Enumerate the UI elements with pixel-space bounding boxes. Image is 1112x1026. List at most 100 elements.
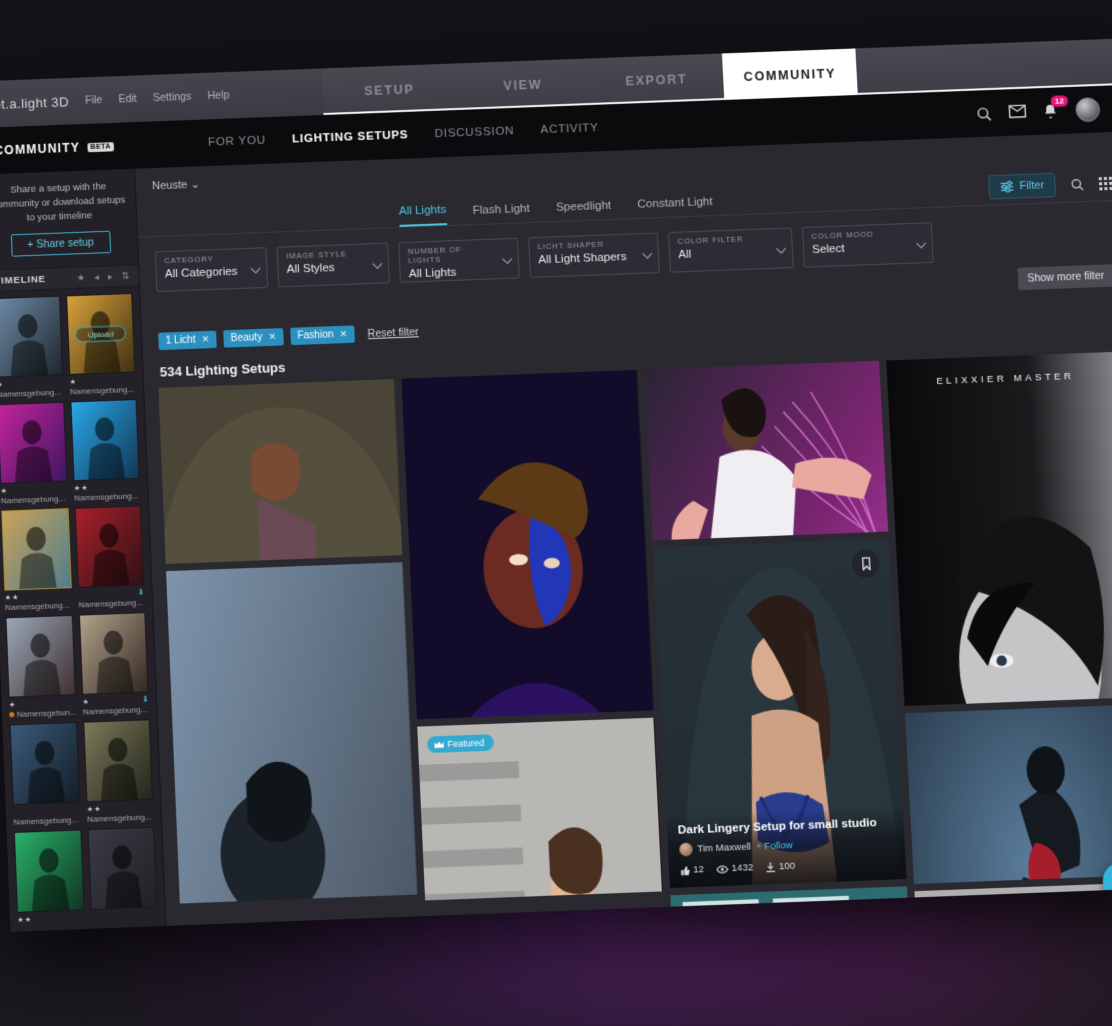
chevron-left-icon[interactable]: ◂ (94, 272, 99, 283)
timeline-item[interactable]: Namensgebung... (9, 722, 82, 828)
timeline-thumbnail[interactable] (78, 612, 149, 696)
timeline-thumbnail[interactable]: Upload (66, 293, 136, 376)
upload-button[interactable]: Upload (75, 325, 127, 343)
timeline-item[interactable]: ★ Namensgebung... (0, 402, 68, 506)
timeline-thumbnail[interactable] (0, 402, 68, 485)
download-icon: ⬇ (137, 587, 145, 598)
filter-dropdown-image-style[interactable]: IMAGE STYLE All Styles (276, 242, 390, 288)
timeline-item[interactable]: ★ Namensgebung... (0, 295, 64, 399)
timeline-thumb-image (0, 403, 67, 485)
community-nav: FOR YOU LIGHTING SETUPS DISCUSSION ACTIV… (208, 122, 599, 149)
main-content: Neuste ⌄ All Lights Flash Light Speedlig… (135, 131, 1112, 926)
timeline-thumbnail[interactable] (70, 399, 140, 482)
setup-card[interactable] (914, 882, 1112, 926)
timeline-item[interactable]: ★ Namensgebun... (5, 615, 77, 720)
menu-edit[interactable]: Edit (118, 93, 137, 106)
community-title-group: COMMUNITY BETA (0, 136, 188, 158)
filter-chip[interactable]: 1 Licht ✕ (158, 330, 217, 351)
setup-card-master[interactable]: ELIXXIER MASTER (886, 351, 1112, 707)
timeline-item-label: Namensgebung... (78, 598, 144, 610)
timeline-item-label: Namensgebun... (9, 708, 77, 720)
timeline-item[interactable] (87, 826, 158, 923)
sort-icon[interactable]: ⇅ (121, 270, 129, 281)
nav-discussion[interactable]: DISCUSSION (434, 125, 514, 140)
views-count: 1432 (731, 862, 754, 875)
chip-remove-icon[interactable]: ✕ (201, 334, 209, 346)
star-rating: ★ (8, 701, 17, 709)
bell-icon[interactable]: 12 (1042, 94, 1069, 120)
timeline-thumbnail[interactable] (74, 505, 145, 589)
chip-remove-icon[interactable]: ✕ (268, 331, 276, 342)
timeline-item-label: Namensgebung... (13, 815, 79, 828)
filter-label: COLOR FILTER (677, 234, 744, 246)
module-tab-setup[interactable]: SETUP (321, 63, 457, 115)
timeline-thumbnail[interactable] (83, 719, 154, 803)
setup-card[interactable] (669, 886, 911, 926)
mail-icon[interactable] (1008, 103, 1026, 121)
timeline-thumbnail[interactable] (87, 826, 158, 911)
search-icon-main[interactable] (1069, 176, 1085, 192)
chip-remove-icon[interactable]: ✕ (339, 329, 347, 340)
menu-help[interactable]: Help (207, 89, 229, 102)
setup-card-featured[interactable]: Featured (416, 717, 663, 901)
card-info-overlay: Dark Lingery Setup for small studio Tim … (665, 805, 907, 889)
star-icon[interactable]: ★ (77, 272, 86, 283)
follow-button[interactable]: + Follow (756, 840, 793, 853)
sort-dropdown[interactable]: Neuste ⌄ (152, 177, 200, 192)
filter-button-label: Filter (1019, 179, 1045, 193)
filter-button[interactable]: Filter (987, 172, 1057, 200)
timeline-thumbnail[interactable] (1, 508, 72, 591)
grid-view-icon[interactable] (1098, 176, 1112, 190)
setup-thumbnail (914, 882, 1112, 926)
filter-dropdown-number-of-lights[interactable]: NUMBER OF LIGHTS All Lights (398, 237, 520, 283)
timeline-thumb-image (10, 723, 80, 806)
setup-card[interactable] (166, 562, 418, 904)
filter-dropdown-licht-shaper[interactable]: LICHT SHAPER All Light Shapers (528, 232, 660, 278)
timeline-item[interactable]: ★★ Namensgebung... (83, 719, 154, 825)
module-tab-view[interactable]: VIEW (455, 58, 591, 110)
timeline-thumbnail[interactable] (13, 829, 85, 914)
menu-settings[interactable]: Settings (153, 91, 192, 105)
setup-card-detail[interactable]: Dark Lingery Setup for small studio Tim … (652, 538, 907, 889)
setup-card[interactable] (643, 360, 889, 541)
setup-card[interactable] (905, 704, 1112, 884)
star-rating: ★★ (86, 805, 102, 814)
tab-speedlight[interactable]: Speedlight (556, 200, 612, 221)
filter-dropdown-color-mood[interactable]: COLOR MOOD Select (801, 222, 934, 268)
module-tab-community[interactable]: COMMUNITY (721, 48, 858, 100)
timeline-thumbnail[interactable] (5, 615, 76, 699)
search-icon[interactable] (975, 105, 993, 123)
timeline-thumbnail[interactable] (9, 722, 81, 806)
setup-thumbnail (669, 886, 911, 926)
timeline-item[interactable]: ★★ Namensgebung... (1, 508, 72, 613)
filter-dropdown-color-filter[interactable]: COLOR FILTER All (668, 227, 794, 273)
timeline-item[interactable]: ★★ Namensgebung... (70, 399, 140, 503)
tab-constant-light[interactable]: Constant Light (637, 196, 713, 218)
tab-flash-light[interactable]: Flash Light (472, 203, 530, 224)
setup-card[interactable] (401, 369, 654, 720)
avatar[interactable] (1074, 97, 1101, 123)
timeline-item-label: Namensgebung... (86, 812, 152, 825)
menu-file[interactable]: File (85, 94, 103, 107)
setup-card[interactable] (158, 379, 403, 565)
nav-for-you[interactable]: FOR YOU (208, 134, 266, 148)
chevron-right-icon[interactable]: ▸ (108, 271, 113, 282)
module-tab-export[interactable]: EXPORT (588, 53, 724, 105)
tab-all-lights[interactable]: All Lights (398, 203, 447, 227)
timeline-item[interactable]: ★ ⬇ Namensgebung... (78, 612, 150, 717)
timeline-thumbnail[interactable] (0, 295, 64, 379)
filter-value: All Lights (408, 266, 457, 281)
likes-stat: 12 (680, 864, 704, 876)
filter-dropdown-category[interactable]: CATEGORY All Categories (154, 247, 269, 293)
timeline-item[interactable]: ★★ (13, 829, 85, 926)
filter-chip[interactable]: Beauty ✕ (223, 328, 284, 348)
nav-lighting-setups[interactable]: LIGHTING SETUPS (292, 129, 409, 146)
timeline-item[interactable]: ⬇ Namensgebung... (74, 505, 145, 610)
crown-icon (434, 740, 444, 749)
nav-activity[interactable]: ACTIVITY (540, 122, 599, 136)
timeline-item[interactable]: Upload ★ Namensgebung... (66, 293, 136, 397)
filter-chip[interactable]: Fashion ✕ (289, 325, 355, 346)
filter-label: NUMBER OF LIGHTS (407, 244, 462, 266)
share-setup-button[interactable]: + Share setup (10, 230, 111, 258)
reset-filter-link[interactable]: Reset filter (367, 326, 419, 340)
